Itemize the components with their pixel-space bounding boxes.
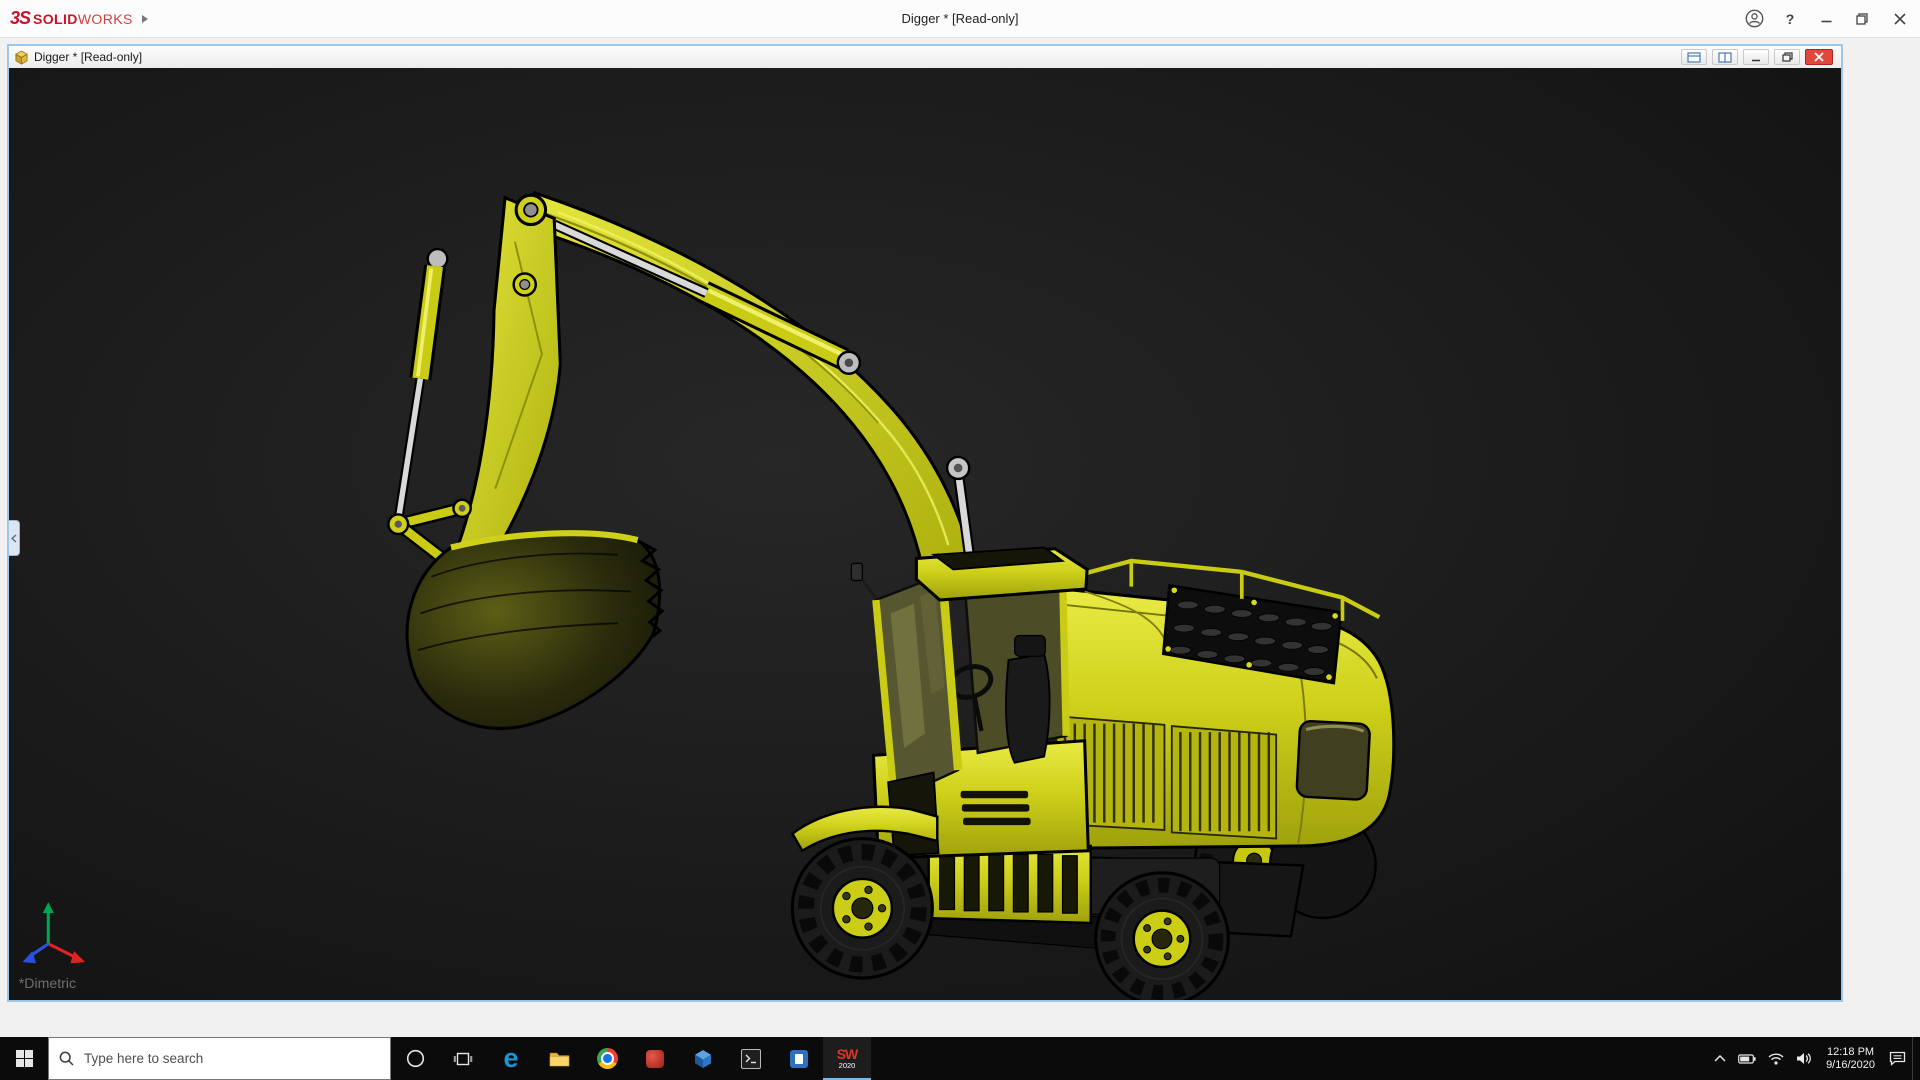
rear-window-panel [1296, 721, 1370, 800]
window-controls: ? [1736, 0, 1920, 37]
restore-button[interactable] [1844, 0, 1880, 37]
hidden-icons-button[interactable] [1708, 1037, 1732, 1080]
side-mirror [851, 563, 862, 580]
wheel-front-left[interactable] [792, 839, 932, 978]
taskbar-search[interactable] [48, 1037, 391, 1080]
solidworks-2020-button[interactable]: SW 2020 [823, 1037, 871, 1080]
window-pane-icon [1687, 52, 1701, 63]
network-wifi-icon [1768, 1053, 1784, 1065]
search-icon [59, 1051, 74, 1066]
doc-close-icon [1814, 52, 1824, 62]
window-split-icon [1718, 52, 1732, 63]
help-icon: ? [1786, 11, 1795, 27]
account-icon [1745, 9, 1764, 28]
chrome-button[interactable] [583, 1037, 631, 1080]
search-input[interactable] [82, 1050, 380, 1067]
minimize-icon [1821, 13, 1832, 24]
doc-minimize-button[interactable] [1743, 49, 1769, 65]
show-desktop-button[interactable] [1912, 1037, 1920, 1080]
volume-tray-button[interactable] [1790, 1037, 1818, 1080]
battery-icon [1738, 1054, 1756, 1064]
edge-icon: e [503, 1045, 518, 1072]
red-app-icon [646, 1050, 664, 1068]
close-icon [1894, 13, 1906, 25]
help-button[interactable]: ? [1772, 0, 1808, 37]
start-button[interactable] [0, 1037, 48, 1080]
doc-close-button[interactable] [1805, 49, 1833, 65]
featuremanager-collapsed-tab[interactable] [9, 520, 20, 556]
chrome-icon [597, 1048, 618, 1069]
battery-tray-button[interactable] [1732, 1037, 1762, 1080]
cortana-icon [406, 1049, 425, 1068]
network-tray-button[interactable] [1762, 1037, 1790, 1080]
red-app-button[interactable] [631, 1037, 679, 1080]
app-titlebar: 3S SOLIDWORKS Digger * [Read-only] ? [0, 0, 1920, 38]
task-view-button[interactable] [439, 1037, 487, 1080]
view-orientation-label: *Dimetric [19, 975, 76, 991]
minimize-button[interactable] [1808, 0, 1844, 37]
volume-icon [1796, 1052, 1812, 1065]
taskbar: e [0, 1037, 1920, 1080]
terminal-app-button[interactable] [727, 1037, 775, 1080]
solidworks-2020-icon: SW 2020 [837, 1047, 858, 1070]
graphics-viewport[interactable]: *Dimetric [9, 68, 1841, 1000]
tray-time: 12:18 PM [1826, 1046, 1875, 1059]
windows-logo-icon [16, 1050, 33, 1067]
terminal-icon [741, 1049, 761, 1069]
chevron-up-icon [1714, 1055, 1726, 1062]
document-titlebar[interactable]: Digger * [Read-only] [9, 46, 1841, 68]
edge-button[interactable]: e [487, 1037, 535, 1080]
wheel-front-right[interactable] [1096, 873, 1229, 1000]
solidworks-logo: 3S SOLIDWORKS [10, 8, 133, 29]
document-window: Digger * [Read-only] [7, 44, 1843, 1002]
close-button[interactable] [1880, 0, 1920, 37]
solidworks-logo-mark: 3S [10, 8, 30, 29]
solidworks-app-button[interactable] [679, 1037, 727, 1080]
app-title: Digger * [Read-only] [0, 11, 1920, 26]
doc-minimize-icon [1751, 53, 1761, 62]
menu-expand-arrow-icon[interactable] [141, 14, 149, 24]
excavator-3d-model[interactable]: *Dimetric [9, 68, 1841, 1000]
taskbar-clock[interactable]: 12:18 PM 9/16/2020 [1818, 1046, 1883, 1072]
action-center-button[interactable] [1883, 1037, 1912, 1080]
part-document-icon [14, 50, 29, 65]
document-title: Digger * [Read-only] [34, 50, 142, 64]
action-center-icon [1889, 1051, 1906, 1066]
screen: 3S SOLIDWORKS Digger * [Read-only] ? [0, 0, 1920, 1080]
file-explorer-button[interactable] [535, 1037, 583, 1080]
file-explorer-icon [549, 1050, 570, 1067]
doc-cascade-button[interactable] [1681, 49, 1707, 65]
tray-date: 9/16/2020 [1826, 1059, 1875, 1072]
restore-icon [1856, 13, 1868, 25]
upper-body[interactable] [1056, 561, 1393, 848]
doc-restore-button[interactable] [1774, 49, 1800, 65]
account-button[interactable] [1736, 0, 1772, 37]
solidworks-cube-icon [693, 1049, 713, 1069]
operator-seat [1006, 654, 1050, 763]
media-app-button[interactable] [775, 1037, 823, 1080]
media-app-icon [790, 1050, 808, 1068]
brand-text-solid: SOLID [33, 11, 78, 27]
task-view-icon [453, 1051, 473, 1067]
document-window-controls [1681, 49, 1836, 65]
cortana-button[interactable] [391, 1037, 439, 1080]
doc-tile-button[interactable] [1712, 49, 1738, 65]
system-tray: 12:18 PM 9/16/2020 [1708, 1037, 1920, 1080]
doc-restore-icon [1782, 52, 1793, 62]
brand-text-works: WORKS [78, 11, 133, 27]
chevron-left-icon [11, 534, 17, 543]
